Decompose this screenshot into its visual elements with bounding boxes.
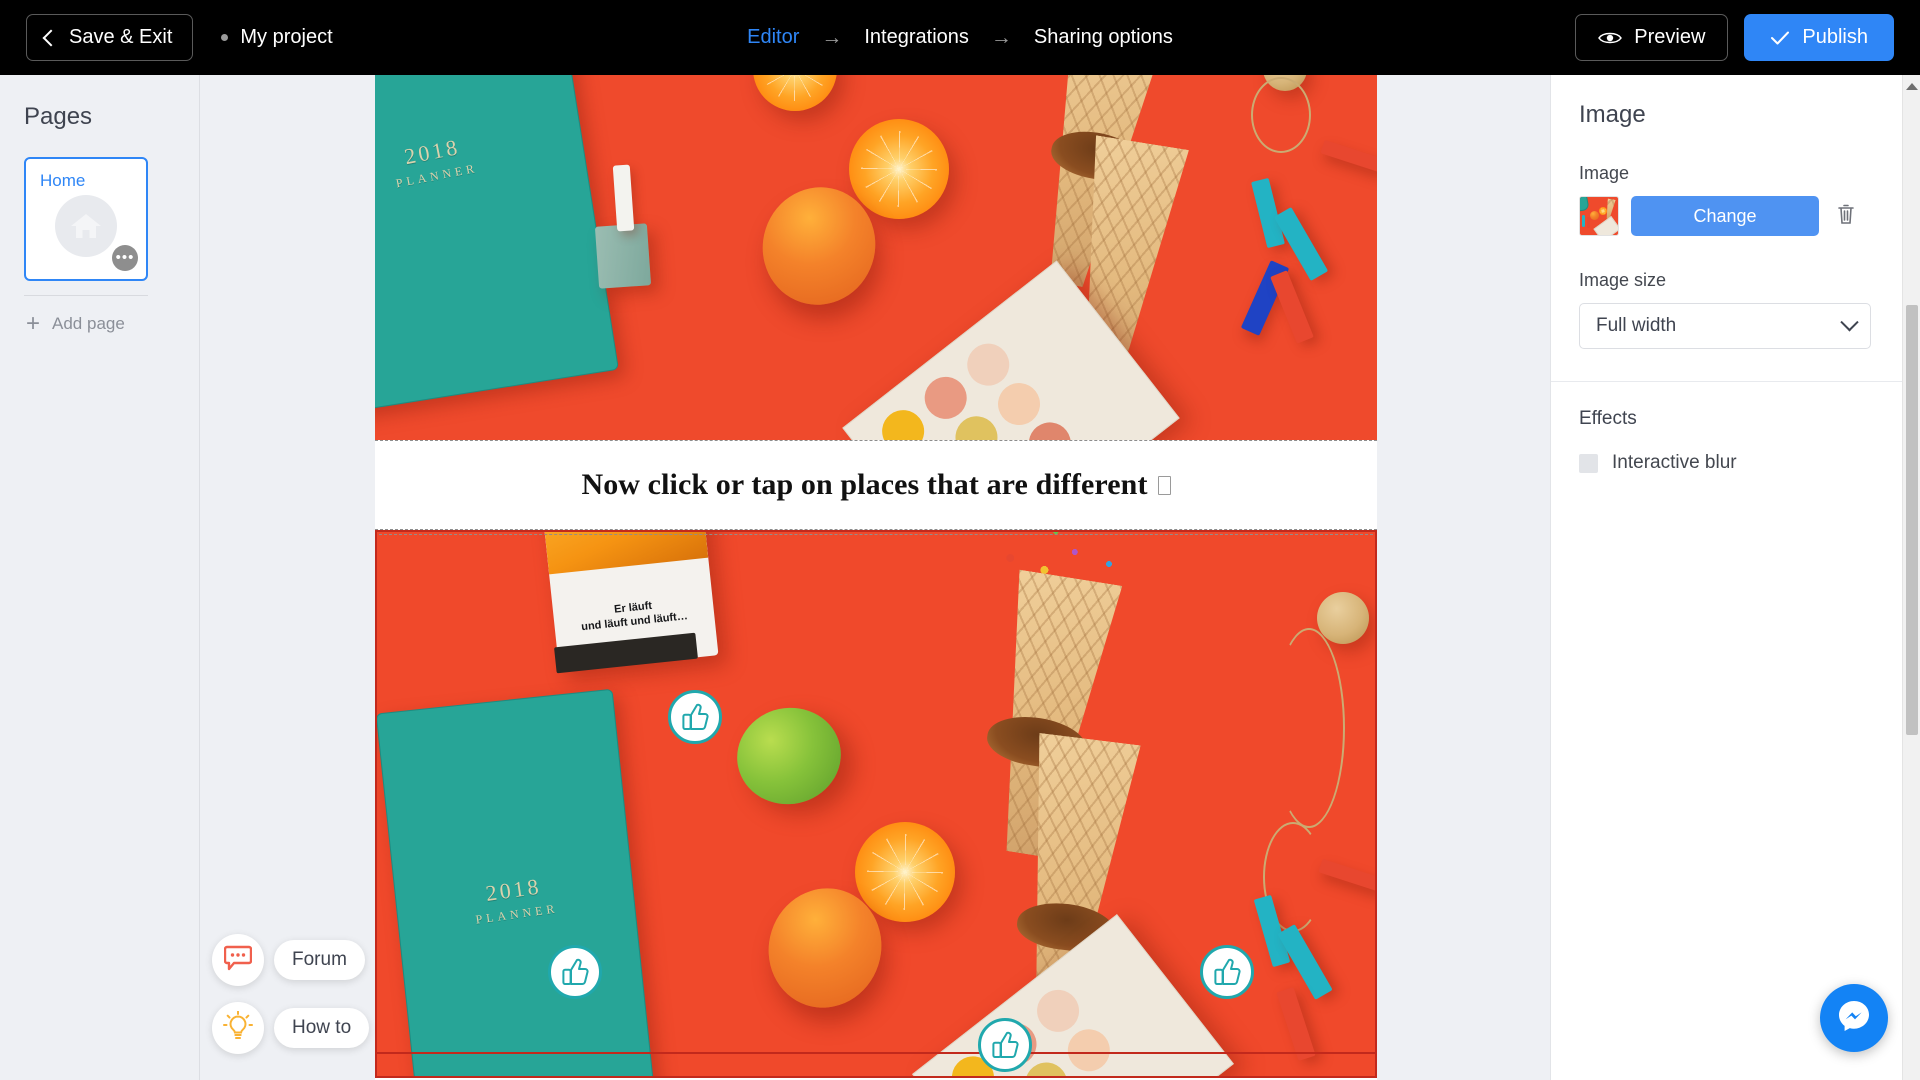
preview-button[interactable]: Preview: [1575, 14, 1729, 61]
nail-polish-bottle: [594, 223, 652, 289]
how-to-button[interactable]: [212, 1002, 264, 1054]
planner-notebook: 2018 PLANNER: [375, 75, 619, 417]
headline-label: Now click or tap on places that are diff…: [581, 468, 1148, 501]
step-arrow-icon-1: →: [821, 26, 843, 49]
planner-notebook: 2018 PLANNER: [377, 688, 657, 1076]
interactive-blur-row[interactable]: Interactive blur: [1579, 452, 1920, 474]
messenger-icon: [1835, 997, 1873, 1040]
image-field-label: Image: [1579, 163, 1630, 183]
pages-sidebar: Pages Home ••• + Add page: [0, 75, 200, 1080]
sidebar-page-card-home[interactable]: Home •••: [24, 157, 148, 281]
save-and-exit-button[interactable]: Save & Exit: [26, 14, 194, 61]
chevron-down-icon: [1840, 312, 1859, 331]
messenger-chat-button[interactable]: [1820, 984, 1888, 1052]
plus-icon: +: [26, 310, 41, 337]
image-size-value: Full width: [1596, 315, 1677, 336]
sidebar-divider: [24, 295, 148, 296]
panel-title: Image: [1579, 101, 1646, 128]
palette-pan: [873, 401, 933, 440]
forum-button[interactable]: [212, 934, 264, 986]
step-navigation: Editor → Integrations → Sharing options: [747, 26, 1173, 49]
postcard-caption: Er läuft und läuft und läuft…: [580, 600, 689, 634]
how-to-label-pill[interactable]: How to: [274, 1008, 370, 1048]
eye-icon: [1598, 30, 1623, 46]
twine-string: [1273, 628, 1345, 828]
chevron-left-icon: [42, 29, 60, 46]
panel-divider: [1551, 381, 1920, 382]
clothespin-red: [1270, 270, 1314, 344]
publish-button[interactable]: Publish: [1744, 14, 1894, 61]
editor-canvas: 2018 PLANNER Now click or tap on places …: [200, 75, 1550, 1080]
step-integrations[interactable]: Integrations: [864, 26, 969, 49]
publish-label: Publish: [1802, 26, 1868, 48]
forum-help-row: Forum: [212, 934, 369, 986]
interactive-blur-checkbox[interactable]: [1579, 453, 1598, 473]
orange-slice-top-edge: [753, 75, 837, 111]
project-name-label: My project: [240, 26, 333, 48]
add-page-button[interactable]: + Add page: [26, 312, 199, 336]
thumbs-up-marker[interactable]: [668, 690, 722, 744]
thumbs-up-icon: [562, 958, 589, 985]
orange-slice-main: [849, 119, 949, 219]
effects-section-title: Effects: [1579, 408, 1637, 429]
headline-text: Now click or tap on places that are diff…: [581, 468, 1171, 502]
page-card-more-button[interactable]: •••: [112, 245, 138, 271]
image-size-label: Image size: [1579, 270, 1667, 290]
step-editor[interactable]: Editor: [747, 26, 799, 49]
page-sheet: 2018 PLANNER Now click or tap on places …: [375, 75, 1377, 1080]
caret-up-icon[interactable]: [1905, 83, 1918, 90]
postcard-photo: [539, 532, 709, 575]
flatlay-photo-top: 2018 PLANNER: [375, 75, 1377, 440]
preview-label: Preview: [1634, 26, 1706, 48]
interactive-blur-label: Interactive blur: [1612, 452, 1737, 473]
check-icon: [1770, 30, 1790, 46]
image-block-bottom[interactable]: Er läuft und läuft und läuft… 2018 PLANNER: [375, 530, 1377, 1078]
image-settings-panel: Image Image Change Image size Full width…: [1550, 75, 1920, 1080]
thumbs-up-marker[interactable]: [978, 1018, 1032, 1072]
thumbs-up-marker[interactable]: [548, 945, 602, 999]
page-scrollbar-thumb[interactable]: [1906, 305, 1918, 735]
pages-title: Pages: [24, 103, 93, 130]
forum-label-pill[interactable]: Forum: [274, 940, 365, 980]
clothespin-red: [1276, 986, 1316, 1062]
thumbs-up-icon: [1214, 958, 1241, 985]
forum-label: Forum: [292, 949, 347, 970]
step-sharing-options[interactable]: Sharing options: [1034, 26, 1173, 49]
clothespin-red: [1320, 139, 1377, 173]
help-buttons-stack: Forum How to: [212, 918, 370, 1054]
page-card-label: Home: [40, 171, 86, 190]
image-thumbnail[interactable]: [1579, 196, 1619, 236]
green-apple: [728, 698, 850, 814]
clothespin-red: [1318, 858, 1375, 892]
image-block-top[interactable]: 2018 PLANNER: [375, 75, 1377, 440]
status-dot-icon: [221, 34, 229, 41]
thumbs-up-icon: [992, 1031, 1019, 1058]
image-size-select[interactable]: Full width: [1579, 303, 1871, 349]
orange-slice-main: [855, 822, 955, 922]
trash-icon: [1836, 203, 1856, 230]
add-page-label: Add page: [52, 314, 125, 333]
twine-string: [1251, 77, 1311, 153]
chat-bubble-icon: [223, 945, 253, 976]
home-icon: [55, 195, 117, 258]
project-name[interactable]: My project: [221, 26, 333, 49]
text-block-headline[interactable]: Now click or tap on places that are diff…: [375, 440, 1377, 530]
thumbs-up-icon: [682, 703, 709, 730]
lightbulb-icon: [223, 1010, 253, 1046]
page-scrollbar-track[interactable]: [1902, 75, 1920, 1080]
top-bar: Save & Exit My project Editor → Integrat…: [0, 0, 1920, 75]
image-field-row: Change: [1579, 196, 1920, 236]
save-and-exit-label: Save & Exit: [69, 26, 173, 48]
change-image-button[interactable]: Change: [1631, 196, 1819, 236]
delete-image-button[interactable]: [1831, 199, 1861, 233]
top-bar-actions: Preview Publish: [1575, 14, 1894, 61]
step-arrow-icon-2: →: [990, 26, 1012, 49]
howto-help-row: How to: [212, 1002, 370, 1054]
missing-glyph-box-icon: [1157, 475, 1171, 495]
nail-polish-cap: [612, 164, 635, 232]
twine-ball: [1317, 592, 1369, 644]
how-to-label: How to: [292, 1017, 352, 1038]
block-bottom-boundary: [377, 1052, 1375, 1054]
thumbs-up-marker[interactable]: [1200, 945, 1254, 999]
